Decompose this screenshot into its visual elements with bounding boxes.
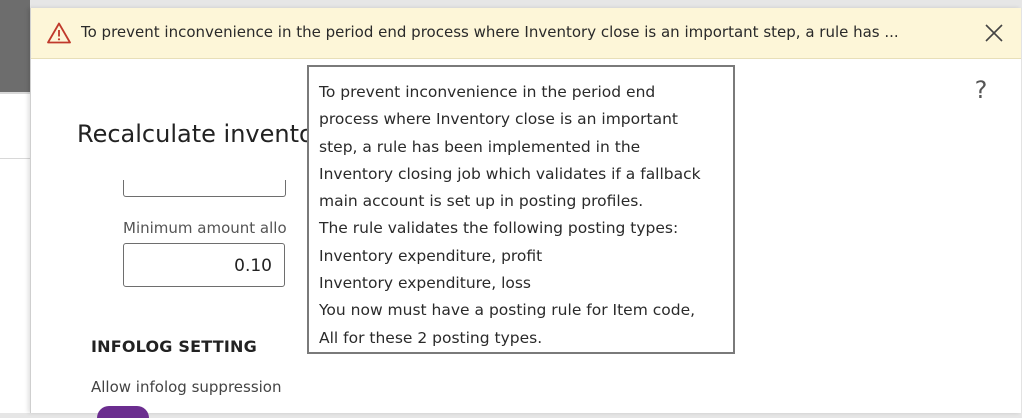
background-divider [0,158,30,159]
background-divider [0,92,30,94]
help-icon[interactable]: ? [971,76,991,104]
close-icon[interactable] [981,20,1007,46]
allow-infolog-label: Allow infolog suppression [91,378,282,396]
min-amount-input[interactable]: 0.10 [123,243,285,287]
allow-infolog-toggle[interactable] [97,406,149,418]
message-tooltip: To prevent inconvenience in the period e… [307,65,735,354]
background-page [0,0,30,413]
tooltip-line: step, a rule has been implemented in the [319,137,641,156]
tooltip-line: Inventory expenditure, profit [319,246,543,265]
warning-triangle-icon [47,22,71,44]
tooltip-line: main account is set up in posting profil… [319,192,644,211]
tooltip-line: You now must have a posting rule for Ite… [319,301,696,320]
background-header [0,0,30,92]
tooltip-line: Inventory expenditure, loss [319,274,532,293]
infolog-setting-heading: INFOLOG SETTING [91,337,257,356]
dialog-title: Recalculate invento [77,120,314,148]
tooltip-line: Inventory closing job which validates if… [319,164,701,183]
min-amount-label: Minimum amount allo [123,219,287,237]
tooltip-line: The rule validates the following posting… [319,219,679,238]
message-bar-text[interactable]: To prevent inconvenience in the period e… [81,23,961,41]
tooltip-line: process where Inventory close is an impo… [319,110,678,129]
text-field[interactable] [123,180,286,197]
tooltip-line: All for these 2 posting types. [319,328,543,347]
min-amount-value: 0.10 [234,256,272,276]
message-bar: To prevent inconvenience in the period e… [31,8,1021,59]
tooltip-line: To prevent inconvenience in the period e… [319,83,656,101]
